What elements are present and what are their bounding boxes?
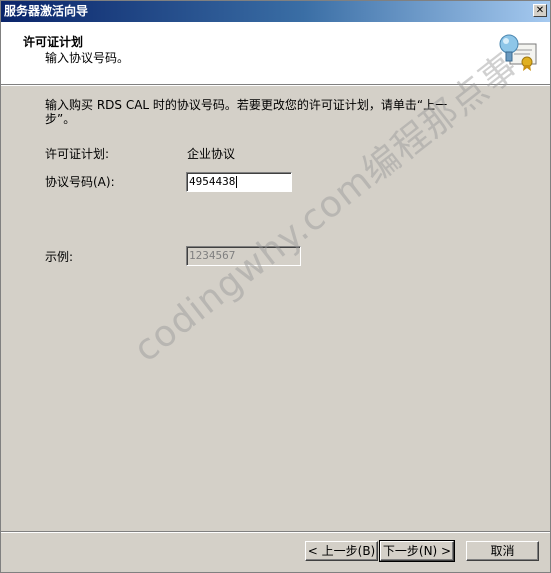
close-button[interactable]: ✕ bbox=[533, 4, 547, 17]
wizard-content: 输入购买 RDS CAL 时的协议号码。若要更改您的许可证计划，请单击“上一步”… bbox=[1, 86, 550, 531]
license-plan-value: 企业协议 bbox=[187, 147, 236, 161]
page-title: 许可证计划 bbox=[23, 35, 84, 49]
agreement-number-input[interactable]: 4954438 bbox=[186, 172, 292, 192]
page-subtitle: 输入协议号码。 bbox=[45, 51, 130, 65]
example-label: 示例: bbox=[45, 250, 74, 264]
instruction-text: 输入购买 RDS CAL 时的协议号码。若要更改您的许可证计划，请单击“上一步”… bbox=[45, 98, 448, 126]
bottom-separator bbox=[1, 531, 550, 533]
cancel-button[interactable]: 取消 bbox=[466, 541, 539, 561]
next-button[interactable]: 下一步(N) > bbox=[379, 540, 455, 562]
close-icon: ✕ bbox=[535, 5, 545, 16]
wizard-header: 许可证计划 输入协议号码。 bbox=[1, 22, 550, 86]
back-button[interactable]: < 上一步(B) bbox=[305, 541, 378, 561]
agreement-number-label: 协议号码(A): bbox=[45, 175, 115, 189]
license-plan-label: 许可证计划: bbox=[45, 147, 110, 161]
window-title: 服务器激活向导 bbox=[4, 4, 89, 18]
title-bar[interactable]: 服务器激活向导 ✕ bbox=[1, 1, 550, 22]
example-field: 1234567 bbox=[186, 246, 301, 266]
certificate-icon bbox=[499, 34, 537, 71]
text-caret bbox=[236, 176, 238, 188]
agreement-number-text: 4954438 bbox=[189, 175, 236, 188]
server-activation-wizard-window: 服务器激活向导 ✕ 许可证计划 输入协议号码。 输入购买 RDS CAL 时的协… bbox=[0, 0, 551, 573]
